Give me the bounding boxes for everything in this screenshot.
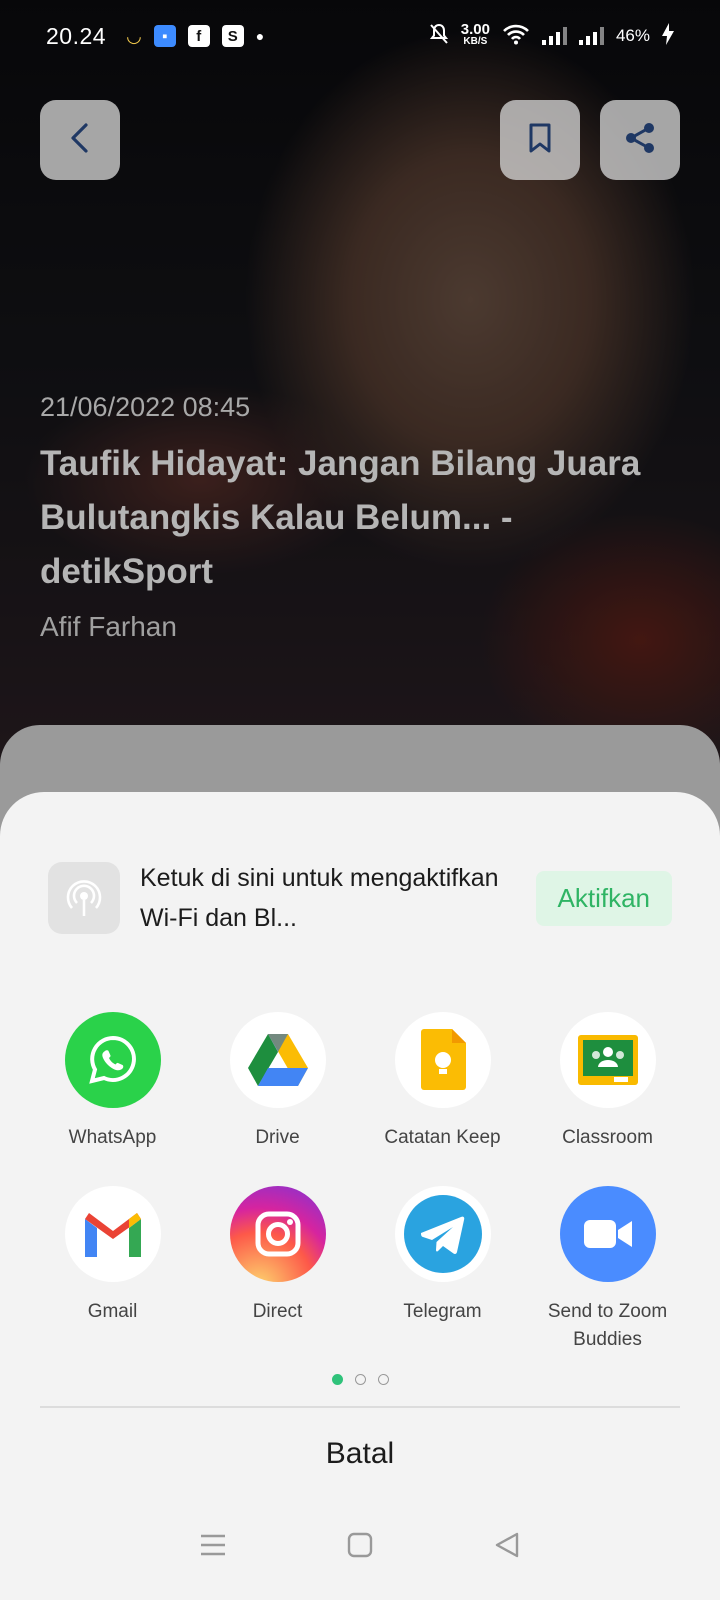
article-date: 21/06/2022 08:45 [40, 392, 251, 422]
page-dot [354, 1374, 366, 1385]
share-icon [623, 121, 657, 160]
classroom-icon [559, 1012, 656, 1108]
share-app-keep[interactable]: Catatan Keep [360, 1012, 525, 1152]
mute-bell-icon [429, 23, 449, 50]
page-dot [377, 1374, 389, 1385]
home-square-icon[interactable] [346, 1531, 374, 1564]
app-label: Gmail [87, 1301, 138, 1322]
speed-unit: KB/S [463, 36, 488, 47]
system-nav-bar [0, 1512, 720, 1582]
shopee-icon: S [221, 25, 244, 47]
share-app-direct[interactable]: Direct [195, 1186, 360, 1354]
status-bar: 20.24 ◡ ▪ f S ● 3.00 KB/S 46% [0, 0, 720, 72]
charging-icon [662, 22, 674, 50]
app-label: WhatsApp [68, 1127, 157, 1148]
app-label: Catatan Keep [384, 1127, 501, 1148]
notification-icons: ◡ ▪ f S ● [126, 25, 264, 47]
app-label: Direct [252, 1301, 303, 1322]
divider [40, 1406, 680, 1408]
signal-2-icon [578, 27, 604, 45]
share-app-gmail[interactable]: Gmail [30, 1186, 195, 1354]
gmail-icon [64, 1186, 161, 1282]
more-dot-icon: ● [255, 28, 265, 44]
activate-button[interactable]: Aktifkan [535, 870, 672, 926]
back-button[interactable] [40, 100, 120, 180]
network-speed: 3.00 KB/S [460, 21, 490, 48]
share-app-classroom[interactable]: Classroom [525, 1012, 690, 1152]
share-app-telegram[interactable]: Telegram [360, 1186, 525, 1354]
app-label: Classroom [562, 1127, 653, 1148]
share-apps-grid: WhatsApp Drive Catatan Keep Classroom Gm… [30, 1012, 690, 1354]
page-dot-active [331, 1374, 343, 1385]
app-label: Send to Zoom Buddies [547, 1301, 668, 1350]
telegram-icon [394, 1186, 491, 1282]
share-button[interactable] [600, 100, 680, 180]
back-triangle-icon[interactable] [493, 1531, 521, 1564]
moon-face-icon: ◡ [126, 25, 142, 46]
bookmark-icon [527, 122, 553, 159]
zoom-icon [559, 1186, 656, 1282]
wifi-icon [502, 23, 530, 50]
nearby-share-row[interactable]: Ketuk di sini untuk mengaktifkan Wi-Fi d… [48, 858, 672, 938]
share-sheet: Ketuk di sini untuk mengaktifkan Wi-Fi d… [0, 792, 720, 1600]
instagram-direct-icon [229, 1186, 326, 1282]
signal-1-icon [541, 27, 567, 45]
bookmark-button[interactable] [500, 100, 580, 180]
share-app-drive[interactable]: Drive [195, 1012, 360, 1152]
whatsapp-icon [64, 1012, 161, 1108]
app-label: Telegram [403, 1301, 482, 1322]
app-notification-icon: ▪ [153, 25, 176, 47]
share-app-zoom[interactable]: Send to Zoom Buddies [525, 1186, 690, 1354]
page-indicator [0, 1374, 720, 1385]
menu-icon[interactable] [199, 1533, 227, 1562]
article-headline[interactable]: Taufik Hidayat: Jangan Bilang Juara Bulu… [40, 437, 690, 599]
status-time: 20.24 [46, 22, 107, 49]
speed-value: 3.00 [460, 21, 490, 38]
app-label: Drive [255, 1127, 300, 1148]
chevron-left-icon [66, 122, 94, 159]
share-app-whatsapp[interactable]: WhatsApp [30, 1012, 195, 1152]
system-icons: 3.00 KB/S 46% [429, 21, 674, 50]
keep-icon [394, 1012, 491, 1108]
battery-level: 46% [615, 26, 650, 45]
article-author: Afif Farhan [40, 611, 177, 642]
cancel-button[interactable]: Batal [0, 1432, 720, 1476]
nearby-share-icon [48, 862, 120, 934]
facebook-icon: f [187, 25, 210, 47]
drive-icon [229, 1012, 326, 1108]
article-meta: 21/06/2022 08:45 Taufik Hidayat: Jangan … [40, 392, 690, 643]
nearby-share-text: Ketuk di sini untuk mengaktifkan Wi-Fi d… [140, 864, 499, 932]
